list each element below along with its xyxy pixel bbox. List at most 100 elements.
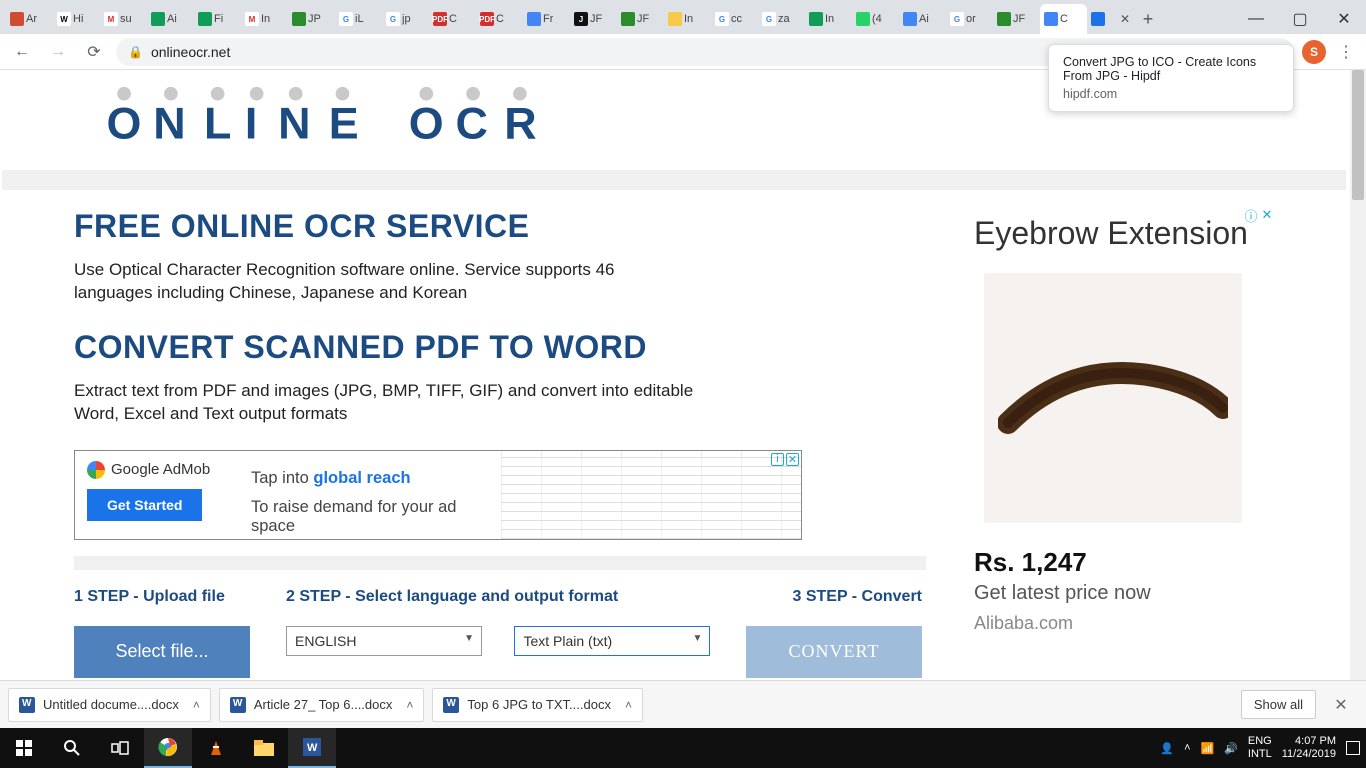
browser-tab[interactable]: Ai	[899, 4, 946, 34]
tray-network-icon[interactable]: 📶	[1201, 742, 1215, 755]
language-select[interactable]	[286, 626, 482, 656]
tab-label: In	[825, 13, 834, 25]
tab-label: (4	[872, 13, 882, 25]
ad-banner-admob[interactable]: Google AdMob Get Started Tap into global…	[74, 450, 802, 540]
taskbar-app-word[interactable]: W	[288, 728, 336, 768]
tab-favicon: J	[574, 12, 588, 26]
svg-text:O: O	[107, 98, 142, 149]
svg-text:R: R	[504, 98, 536, 149]
chevron-up-icon[interactable]: ˄	[625, 698, 632, 712]
convert-button[interactable]: CONVERT	[746, 626, 922, 678]
tray-chevron-up-icon[interactable]: ˄	[1184, 742, 1190, 754]
taskbar-app-vlc[interactable]	[192, 728, 240, 768]
back-button[interactable]: ←	[8, 38, 36, 66]
scrollbar-thumb[interactable]	[1352, 70, 1364, 200]
tab-favicon: G	[386, 12, 400, 26]
browser-tab[interactable]: JF	[617, 4, 664, 34]
browser-tab[interactable]: PDFC	[476, 4, 523, 34]
tray-notifications-icon[interactable]	[1346, 741, 1360, 755]
tray-people-icon[interactable]: 👤	[1160, 742, 1174, 755]
browser-tab[interactable]: GiL	[335, 4, 382, 34]
ad-line2: To raise demand for your ad space	[251, 498, 501, 536]
browser-tab[interactable]: WHi	[53, 4, 100, 34]
svg-text:I: I	[245, 98, 257, 149]
browser-tab[interactable]: Fr	[523, 4, 570, 34]
select-file-button[interactable]: Select file...	[74, 626, 250, 678]
browser-tab[interactable]: PDFC	[429, 4, 476, 34]
tab-label: C	[449, 13, 457, 25]
tab-favicon	[856, 12, 870, 26]
browser-tab[interactable]: Msu	[100, 4, 147, 34]
ad-price-sub: Get latest price now	[974, 582, 1274, 605]
browser-tab[interactable]: MIn	[241, 4, 288, 34]
svg-text:N: N	[278, 98, 310, 149]
download-item[interactable]: Untitled docume....docx˄	[8, 688, 211, 722]
downloads-show-all-button[interactable]: Show all	[1241, 690, 1316, 719]
browser-tab[interactable]: Gor	[946, 4, 993, 34]
tab-favicon: G	[715, 12, 729, 26]
window-controls: — ▢ ✕	[1234, 4, 1366, 34]
window-minimize-button[interactable]: —	[1234, 4, 1278, 34]
browser-tab[interactable]: JJF	[570, 4, 617, 34]
ad-line1b: global reach	[313, 469, 410, 487]
browser-tab[interactable]: ✕	[1087, 4, 1134, 34]
chevron-up-icon[interactable]: ˄	[193, 698, 200, 712]
svg-text:N: N	[153, 98, 185, 149]
tray-language[interactable]: ENGINTL	[1248, 735, 1272, 760]
tab-label: Fr	[543, 13, 553, 25]
browser-tab[interactable]: Gjp	[382, 4, 429, 34]
ad-price: Rs. 1,247	[974, 547, 1274, 578]
browser-tab[interactable]: Gcc	[711, 4, 758, 34]
browser-tab[interactable]: In	[805, 4, 852, 34]
tab-label: In	[261, 13, 270, 25]
search-button[interactable]	[48, 728, 96, 768]
browser-tab[interactable]: Gza	[758, 4, 805, 34]
adchoices-icon[interactable]: ⓘ✕	[1244, 208, 1274, 222]
reload-button[interactable]: ⟳	[80, 38, 108, 66]
svg-text:W: W	[307, 742, 318, 754]
browser-tab[interactable]: C	[1040, 4, 1087, 34]
browser-tab[interactable]: JF	[993, 4, 1040, 34]
download-filename: Article 27_ Top 6....docx	[254, 697, 393, 712]
download-filename: Top 6 JPG to TXT....docx	[467, 697, 611, 712]
task-view-button[interactable]	[96, 728, 144, 768]
output-format-select[interactable]	[514, 626, 710, 656]
browser-tab[interactable]: Ar	[6, 4, 53, 34]
downloads-close-button[interactable]: ✕	[1324, 695, 1358, 715]
tab-close-icon[interactable]: ✕	[1120, 12, 1130, 26]
forward-button[interactable]: →	[44, 38, 72, 66]
tab-label: Ar	[26, 13, 37, 25]
ad-line1a: Tap into	[251, 469, 313, 487]
browser-menu-button[interactable]: ⋮	[1334, 42, 1358, 62]
tab-label: C	[496, 13, 504, 25]
adchoices-icon[interactable]: i✕	[771, 453, 799, 466]
tab-favicon: PDF	[433, 12, 447, 26]
profile-avatar[interactable]: S	[1302, 40, 1326, 64]
browser-tab[interactable]: In	[664, 4, 711, 34]
window-close-button[interactable]: ✕	[1322, 4, 1366, 34]
word-file-icon	[230, 697, 246, 713]
browser-tab[interactable]: (4	[852, 4, 899, 34]
taskbar-app-chrome[interactable]	[144, 728, 192, 768]
tray-clock[interactable]: 4:07 PM11/24/2019	[1282, 735, 1336, 760]
sidebar-ad[interactable]: ⓘ✕ Eyebrow Extension Rs. 1,247 Get lates…	[974, 208, 1274, 680]
ad-cta-button[interactable]: Get Started	[87, 489, 202, 521]
svg-text:O: O	[409, 98, 444, 149]
step2-label: 2 STEP - Select language and output form…	[286, 588, 746, 606]
browser-tab[interactable]: Fi	[194, 4, 241, 34]
chevron-up-icon[interactable]: ˄	[406, 698, 413, 712]
page-subtext-2: Extract text from PDF and images (JPG, B…	[74, 380, 694, 426]
system-tray: 👤 ˄ 📶 🔊 ENGINTL 4:07 PM11/24/2019	[1160, 735, 1366, 760]
vertical-scrollbar[interactable]	[1350, 70, 1366, 680]
start-button[interactable]	[0, 728, 48, 768]
new-tab-button[interactable]: +	[1134, 4, 1162, 34]
download-item[interactable]: Article 27_ Top 6....docx ˄	[219, 688, 425, 722]
browser-tab[interactable]: Ai	[147, 4, 194, 34]
ad-graphic	[501, 451, 801, 539]
download-item[interactable]: Top 6 JPG to TXT....docx ˄	[432, 688, 643, 722]
tray-volume-icon[interactable]: 🔊	[1224, 742, 1238, 755]
window-maximize-button[interactable]: ▢	[1278, 4, 1322, 34]
tab-label: JP	[308, 13, 321, 25]
browser-tab[interactable]: JP	[288, 4, 335, 34]
taskbar-app-explorer[interactable]	[240, 728, 288, 768]
